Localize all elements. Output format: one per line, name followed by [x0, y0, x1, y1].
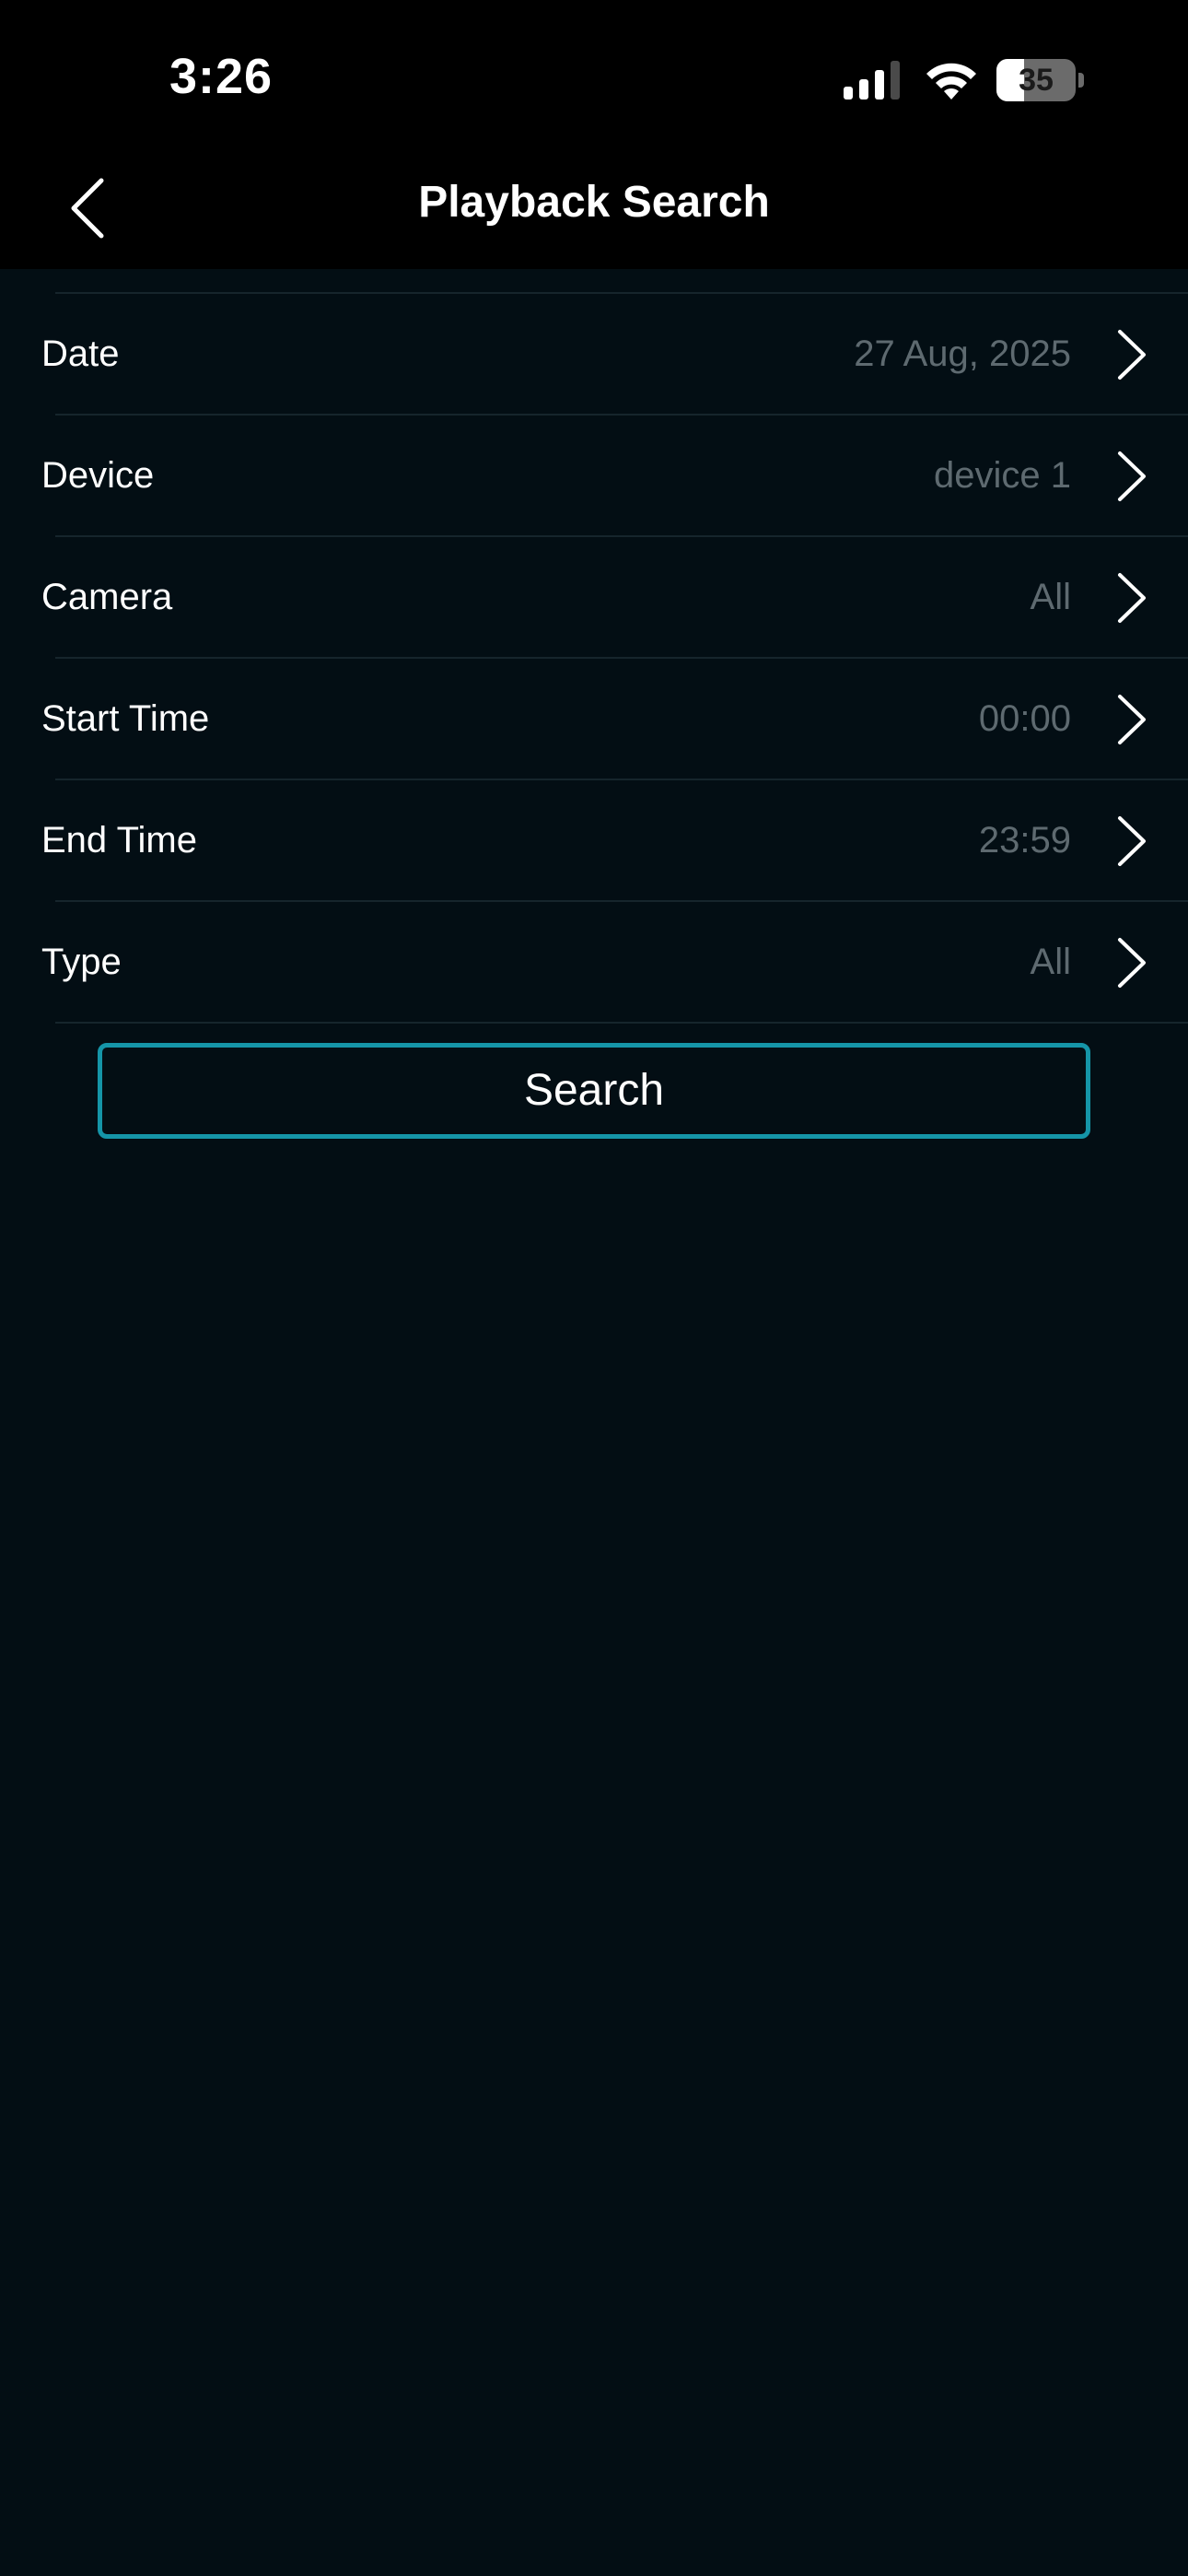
- search-options-list: Date 27 Aug, 2025 Device device 1 Camera…: [0, 294, 1188, 1024]
- chevron-right-icon: [1118, 573, 1146, 623]
- chevron-right-icon: [1118, 451, 1146, 501]
- end-time-row[interactable]: End Time 23:59: [0, 780, 1188, 902]
- date-value: 27 Aug, 2025: [854, 334, 1071, 374]
- date-row[interactable]: Date 27 Aug, 2025: [0, 294, 1188, 416]
- battery-level: 35: [1019, 63, 1054, 98]
- start-time-row[interactable]: Start Time 00:00: [0, 659, 1188, 780]
- camera-label: Camera: [41, 577, 173, 617]
- page-title: Playback Search: [418, 178, 770, 227]
- chevron-right-icon: [1118, 695, 1146, 744]
- cellular-signal-icon: [844, 61, 900, 100]
- type-value: All: [1030, 942, 1071, 982]
- start-time-value: 00:00: [978, 698, 1071, 739]
- device-row[interactable]: Device device 1: [0, 416, 1188, 537]
- wifi-icon: [926, 63, 976, 100]
- divider: [55, 1022, 1188, 1024]
- device-value: device 1: [934, 455, 1071, 496]
- camera-value: All: [1030, 577, 1071, 617]
- status-time: 3:26: [169, 49, 274, 104]
- chevron-right-icon: [1118, 330, 1146, 380]
- start-time-label: Start Time: [41, 698, 210, 739]
- type-row[interactable]: Type All: [0, 902, 1188, 1024]
- status-bar: 3:26 35: [0, 0, 1188, 138]
- navigation-bar: Playback Search: [0, 138, 1188, 269]
- camera-row[interactable]: Camera All: [0, 537, 1188, 659]
- device-label: Device: [41, 455, 155, 496]
- battery-icon: 35: [996, 59, 1085, 101]
- chevron-right-icon: [1118, 816, 1146, 866]
- end-time-label: End Time: [41, 820, 197, 861]
- chevron-right-icon: [1118, 938, 1146, 988]
- date-label: Date: [41, 334, 120, 374]
- search-button[interactable]: Search: [98, 1043, 1090, 1139]
- end-time-value: 23:59: [978, 820, 1071, 861]
- type-label: Type: [41, 942, 122, 982]
